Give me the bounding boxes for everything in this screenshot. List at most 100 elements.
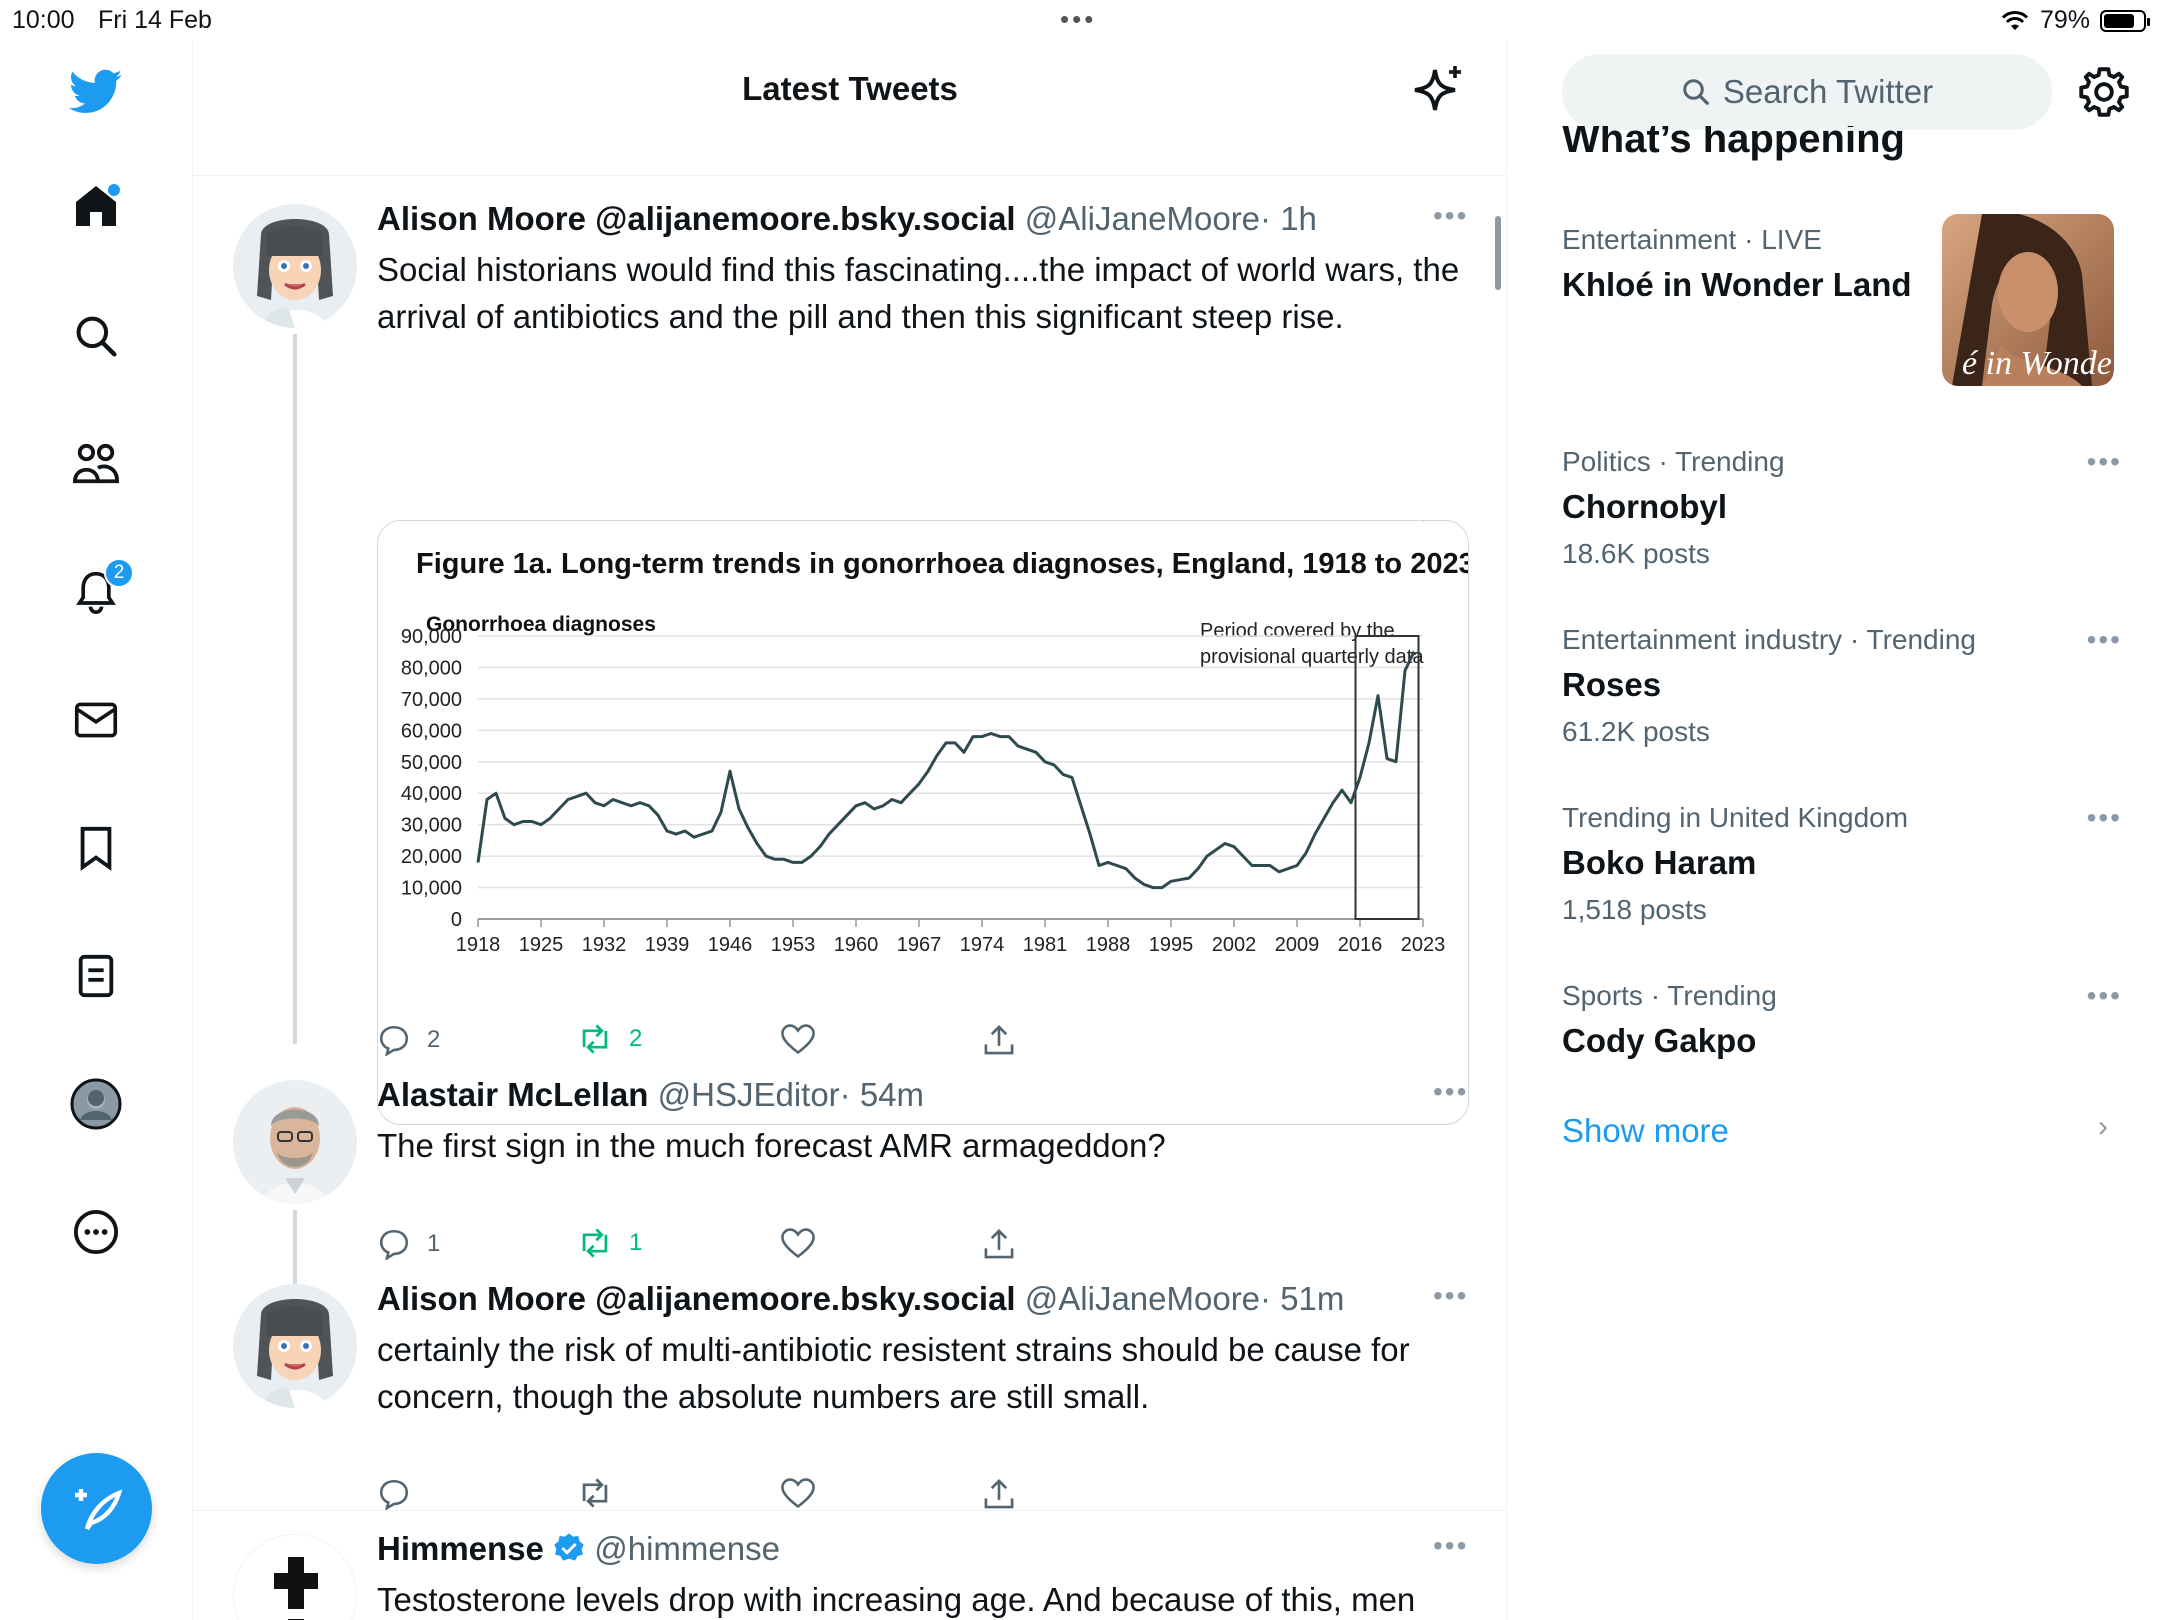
messages-envelope-icon[interactable] (66, 690, 126, 750)
trend-image[interactable]: é in Wonder L (1942, 214, 2114, 386)
tweet-time: · 54m (839, 1076, 925, 1113)
chart-point (666, 830, 668, 832)
lists-icon[interactable] (66, 946, 126, 1006)
home-icon[interactable] (66, 176, 126, 236)
trend-more-icon[interactable]: ••• (2087, 980, 2122, 1012)
trend-category: Sports · Trending (1562, 980, 1777, 1011)
search-input[interactable]: Search Twitter (1562, 54, 2052, 130)
author-handle[interactable]: @himmense (594, 1530, 780, 1567)
chart-point (603, 805, 605, 807)
retweet-button[interactable]: 2 (577, 1024, 642, 1054)
retweet-button[interactable]: 1 (577, 1228, 642, 1258)
chart-point (720, 811, 722, 813)
compose-tweet-button[interactable] (41, 1453, 152, 1564)
chart-point (612, 799, 614, 801)
chart-y-tick-label: 70,000 (401, 689, 462, 711)
trend-more-icon[interactable]: ••• (2087, 802, 2122, 834)
tweet-more-icon[interactable]: ••• (1433, 1530, 1468, 1562)
chart-point (1260, 865, 1262, 867)
author-name[interactable]: Alison Moore @alijanemoore.bsky.social (377, 200, 1016, 237)
tweet-more-icon[interactable]: ••• (1433, 1076, 1468, 1108)
timeline-column: Latest Tweets Alison Moore @alijanemoore… (193, 40, 1507, 1620)
chart-x-tick-label: 2002 (1212, 934, 1257, 956)
search-placeholder: Search Twitter (1722, 73, 1934, 110)
share-button[interactable] (983, 1024, 1015, 1056)
tweet-actions: 1 1 (377, 1228, 1077, 1268)
avatar[interactable] (233, 204, 357, 328)
scrollbar[interactable] (1495, 216, 1501, 290)
chart-point (837, 824, 839, 826)
chart-y-tick-label: 30,000 (401, 815, 462, 837)
trend-item[interactable]: Sports · Trending Cody Gakpo ••• (1562, 980, 2122, 1060)
page-title: Latest Tweets (742, 70, 958, 107)
reply-button[interactable]: 1 (377, 1228, 440, 1260)
battery-icon (2100, 9, 2150, 32)
multitasking-dots-icon[interactable]: ••• (1060, 4, 1096, 35)
more-options-icon[interactable] (66, 1202, 126, 1262)
like-button[interactable] (781, 1228, 815, 1258)
author-name[interactable]: Alastair McLellan (377, 1076, 648, 1113)
tweet-text: Social historians would find this fascin… (377, 251, 1460, 335)
chart-point (1251, 865, 1253, 867)
trend-more-icon[interactable]: ••• (2087, 624, 2122, 656)
trend-item[interactable]: Trending in United Kingdom Boko Haram 1,… (1562, 802, 2122, 926)
reply-button[interactable] (377, 1478, 411, 1510)
trend-post-count: 61.2K posts (1562, 716, 1710, 747)
search-icon[interactable] (66, 306, 126, 366)
avatar[interactable] (233, 1284, 357, 1408)
chart-point (621, 802, 623, 804)
tweet-more-icon[interactable]: ••• (1433, 1280, 1468, 1312)
chart-point (1368, 742, 1370, 744)
whats-happening-heading: What’s happening (1562, 126, 1905, 161)
chart-point (1395, 761, 1397, 763)
trend-more-icon[interactable]: ••• (2087, 446, 2122, 478)
chart-point (756, 843, 758, 845)
retweet-button[interactable] (577, 1478, 613, 1508)
author-handle[interactable]: @HSJEditor (658, 1076, 840, 1113)
notifications-bell-icon[interactable]: 2 (66, 558, 134, 622)
chart-x-tick-label: 1974 (960, 934, 1005, 956)
reply-button[interactable]: 2 (377, 1024, 440, 1056)
avatar[interactable] (233, 1080, 357, 1204)
chart-point (909, 792, 911, 794)
chart-point (1422, 521, 1424, 522)
chevron-right-icon: › (2098, 1110, 2108, 1143)
share-button[interactable] (983, 1478, 1015, 1510)
trend-item[interactable]: Entertainment industry · Trending Roses … (1562, 624, 2122, 748)
share-icon (984, 1025, 1014, 1055)
author-name[interactable]: Himmense (377, 1530, 544, 1567)
chart-point (1341, 789, 1343, 791)
tweet-header: Alison Moore @alijanemoore.bsky.social @… (377, 200, 1317, 238)
author-handle[interactable]: @AliJaneMoore (1025, 200, 1260, 237)
bookmark-icon[interactable] (66, 818, 126, 878)
avatar[interactable] (233, 1534, 357, 1620)
chart-point (1008, 736, 1010, 738)
chart-y-tick-label: 10,000 (401, 878, 462, 900)
like-button[interactable] (781, 1024, 815, 1054)
chart-point (1242, 855, 1244, 857)
communities-icon[interactable] (66, 434, 126, 494)
settings-gear-icon[interactable] (2078, 66, 2130, 118)
chart-x-tick-label: 2023 (1401, 934, 1446, 956)
tweet-more-icon[interactable]: ••• (1433, 200, 1468, 232)
share-button[interactable] (983, 1228, 1015, 1260)
like-button[interactable] (781, 1478, 815, 1508)
author-name[interactable]: Alison Moore @alijanemoore.bsky.social (377, 1280, 1016, 1317)
profile-avatar-icon[interactable] (66, 1074, 126, 1134)
trend-item[interactable]: Entertainment · LIVE Khloé in Wonder Lan… (1562, 214, 2122, 386)
trend-item[interactable]: Politics · Trending Chornobyl 18.6K post… (1562, 446, 2122, 570)
chart-x-tick-label: 1932 (582, 934, 627, 956)
retweet-count: 1 (629, 1229, 643, 1256)
chart-point (1359, 777, 1361, 778)
twitter-logo-icon[interactable] (66, 62, 126, 122)
show-more-link[interactable]: Show more (1562, 1112, 1729, 1150)
chart-point (819, 846, 821, 848)
status-bar: 10:00 Fri 14 Feb ••• 79% (0, 0, 2160, 40)
sparkle-icon[interactable] (1411, 62, 1467, 118)
chart-point (648, 805, 650, 807)
chart-point (792, 861, 794, 863)
chart-point (1080, 805, 1082, 807)
chart-point (882, 805, 884, 807)
author-handle[interactable]: @AliJaneMoore (1025, 1280, 1260, 1317)
chart-point (774, 858, 776, 860)
